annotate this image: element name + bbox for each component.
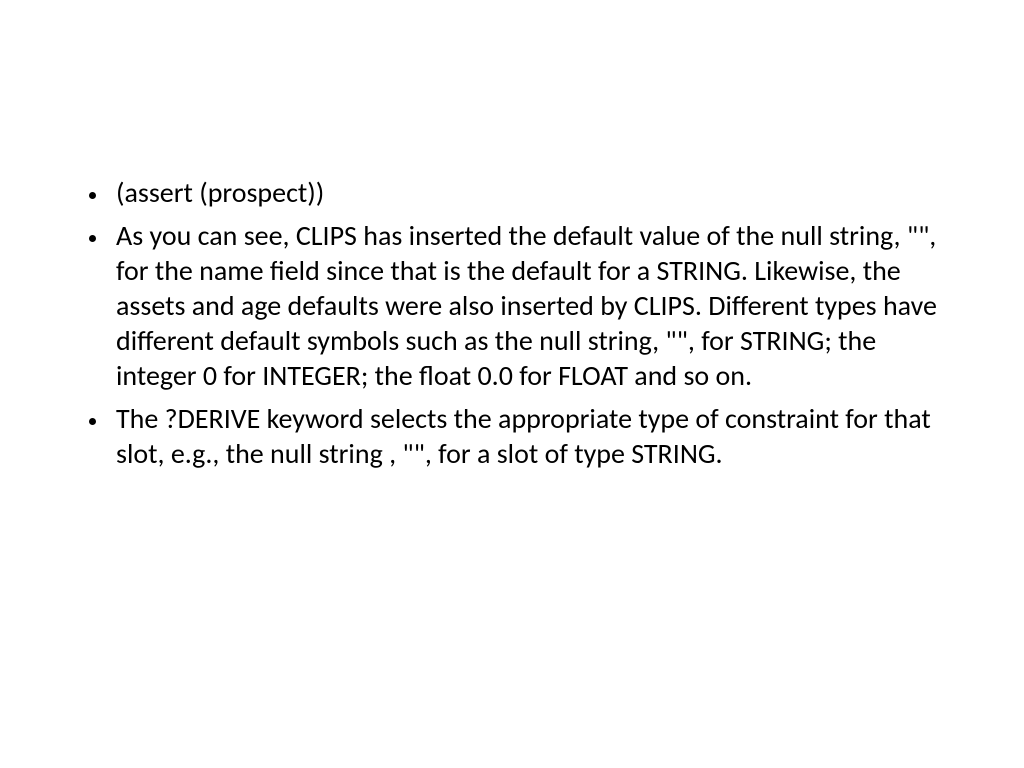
list-item: (assert (prospect)) xyxy=(110,175,954,210)
list-item: The ?DERIVE keyword selects the appropri… xyxy=(110,401,954,471)
bullet-list: (assert (prospect)) As you can see, CLIP… xyxy=(70,175,954,471)
list-item: As you can see, CLIPS has inserted the d… xyxy=(110,218,954,393)
slide: (assert (prospect)) As you can see, CLIP… xyxy=(0,0,1024,768)
